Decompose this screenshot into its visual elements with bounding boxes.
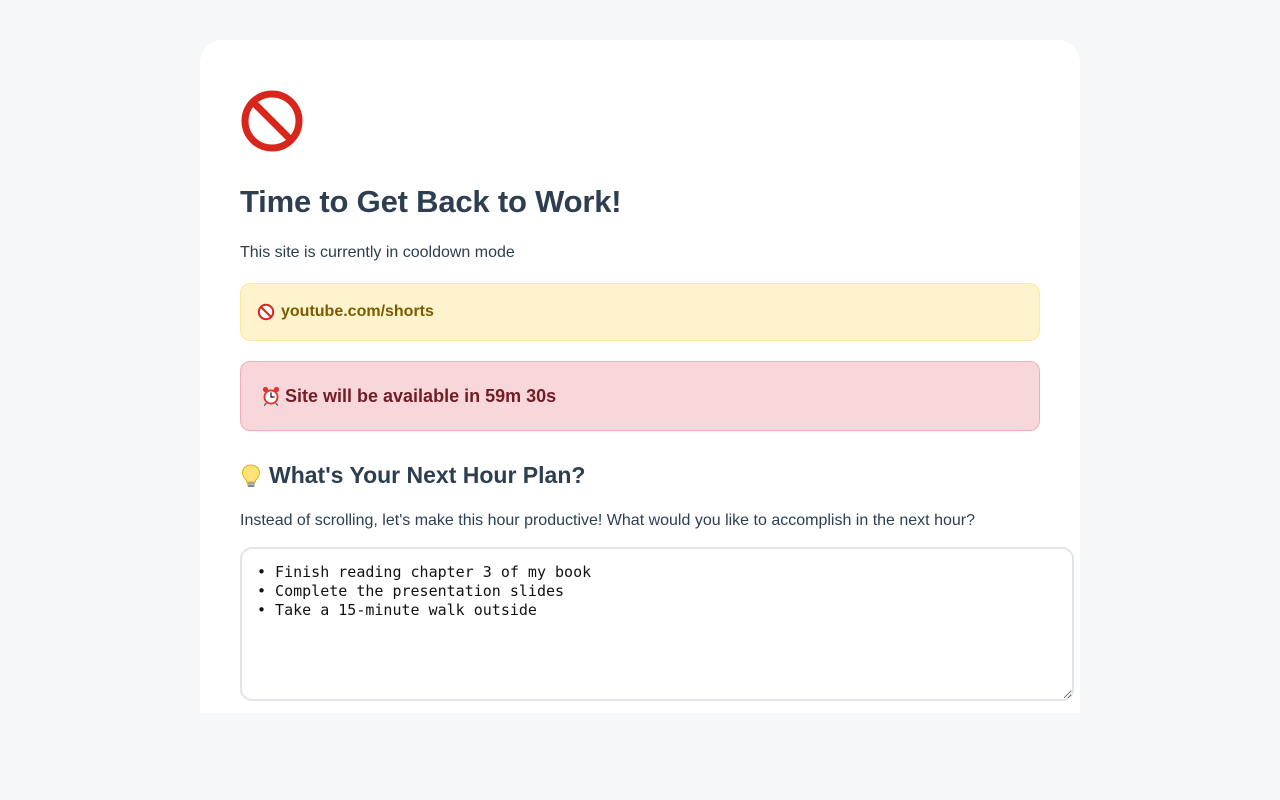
page-subtitle: This site is currently in cooldown mode	[240, 244, 515, 261]
plan-description: Instead of scrolling, let's make this ho…	[240, 512, 975, 529]
plan-heading: What's Your Next Hour Plan?	[240, 462, 585, 489]
alarm-clock-icon	[262, 386, 280, 406]
prohibited-icon	[241, 90, 303, 152]
blocked-page-card: Time to Get Back to Work! This site is c…	[200, 40, 1080, 713]
prohibited-icon	[257, 303, 275, 321]
lightbulb-icon	[241, 463, 261, 487]
blocked-site-banner: youtube.com/shorts	[240, 283, 1040, 341]
blocked-site-url: youtube.com/shorts	[281, 303, 434, 320]
page-title: Time to Get Back to Work!	[240, 184, 622, 219]
cooldown-timer-banner: Site will be available in 59m 30s	[240, 361, 1040, 431]
cooldown-message: Site will be available in 59m 30s	[285, 385, 557, 406]
plan-heading-text: What's Your Next Hour Plan?	[269, 462, 586, 488]
next-hour-plan-input[interactable]: • Finish reading chapter 3 of my book • …	[240, 547, 1074, 701]
